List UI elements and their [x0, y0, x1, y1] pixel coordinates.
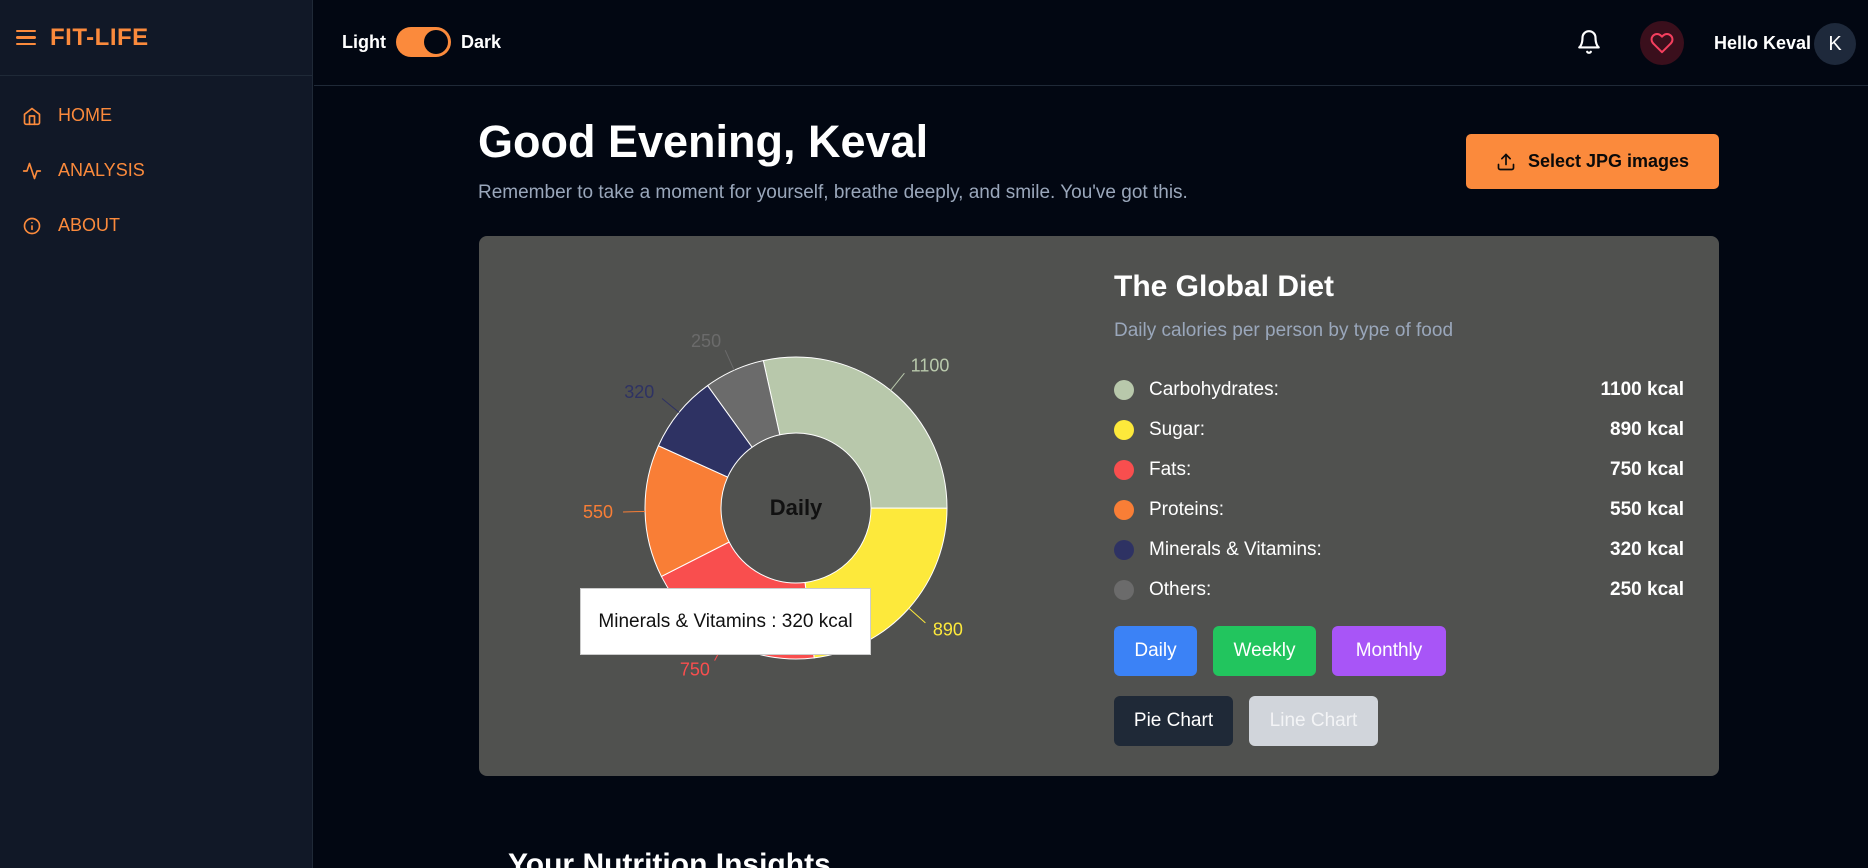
legend-item: Others: 250 kcal	[1114, 570, 1684, 610]
legend-item: Proteins: 550 kcal	[1114, 490, 1684, 530]
label-leader-line	[724, 349, 735, 371]
chart-subtitle: Daily calories per person by type of foo…	[1114, 320, 1454, 341]
brand-logo: FIT-LIFE	[50, 23, 149, 51]
legend-value: 750 kcal	[1610, 459, 1684, 480]
legend-value: 1100 kcal	[1600, 379, 1684, 400]
info-icon	[23, 217, 41, 234]
sidebar: FIT-LIFE HOME ANALYSIS ABOUT	[0, 0, 313, 868]
home-icon	[23, 107, 41, 125]
bell-icon[interactable]	[1576, 28, 1602, 56]
page-subtitle: Remember to take a moment for yourself, …	[478, 182, 1188, 203]
theme-toggle[interactable]	[395, 27, 451, 57]
select-jpg-button[interactable]: Select JPG images	[1466, 134, 1719, 189]
legend-item: Carbohydrates: 1100 kcal	[1114, 370, 1684, 410]
activity-icon	[22, 162, 42, 179]
data-label: 250	[691, 331, 721, 351]
label-leader-line	[908, 607, 926, 624]
chart-type-buttons: Pie Chart Line Chart	[1114, 696, 1394, 746]
pie-slice[interactable]	[762, 356, 948, 509]
topbar: Light Dark Hello Keval K	[314, 0, 1868, 86]
daily-button[interactable]: Daily	[1114, 626, 1197, 676]
sidebar-nav: HOME ANALYSIS ABOUT	[0, 76, 312, 253]
hamburger-menu-icon[interactable]	[16, 29, 36, 46]
legend-label: Fats:	[1149, 459, 1192, 480]
legend-value: 320 kcal	[1610, 539, 1684, 560]
pie-chart-button[interactable]: Pie Chart	[1114, 696, 1233, 746]
legend-value: 250 kcal	[1610, 579, 1684, 600]
legend-label: Others:	[1149, 579, 1212, 600]
data-label: 1100	[911, 355, 950, 375]
upload-icon	[1497, 153, 1515, 170]
sidebar-item-label: ANALYSIS	[58, 160, 145, 180]
light-label: Light	[342, 31, 386, 52]
favorites-button[interactable]	[1640, 21, 1684, 65]
legend-dot	[1114, 380, 1134, 400]
legend-dot	[1114, 580, 1134, 600]
legend-value: 890 kcal	[1610, 419, 1684, 440]
diet-card: 1100 890 750 550 320 250 Daily Minerals & Vit…	[479, 236, 1719, 776]
page-title: Good Evening, Keval	[478, 116, 929, 167]
legend-value: 550 kcal	[1610, 499, 1684, 520]
chart-center-label: Daily	[770, 495, 823, 520]
theme-switcher: Light Dark	[342, 27, 501, 57]
legend-item: Sugar: 890 kcal	[1114, 410, 1684, 450]
period-buttons: Daily Weekly Monthly	[1114, 626, 1462, 676]
chart-tooltip: Minerals & Vitamins : 320 kcal	[580, 588, 871, 655]
sidebar-item-label: ABOUT	[58, 215, 121, 235]
legend-label: Carbohydrates:	[1149, 379, 1279, 400]
dark-label: Dark	[460, 31, 502, 52]
legend-dot	[1114, 420, 1134, 440]
legend-dot	[1114, 500, 1134, 520]
select-jpg-label: Select JPG images	[1527, 151, 1690, 171]
sidebar-item-home[interactable]: HOME	[0, 88, 312, 143]
label-leader-line	[623, 510, 646, 513]
label-leader-line	[890, 372, 905, 391]
legend-item: Minerals & Vitamins: 320 kcal	[1114, 530, 1684, 570]
legend-dot	[1114, 540, 1134, 560]
monthly-button[interactable]: Monthly	[1332, 626, 1446, 676]
nutrition-insights-heading: Your Nutrition Insights	[508, 848, 831, 868]
data-label: 550	[583, 502, 613, 522]
sidebar-item-label: HOME	[58, 105, 112, 125]
heart-icon	[1650, 33, 1674, 54]
legend-label: Minerals & Vitamins:	[1149, 539, 1322, 560]
line-chart-button[interactable]: Line Chart	[1249, 696, 1378, 746]
legend-item: Fats: 750 kcal	[1114, 450, 1684, 490]
label-leader-line	[661, 398, 680, 413]
data-label: 890	[933, 619, 963, 639]
diet-info: The Global Diet Daily calories per perso…	[1114, 236, 1684, 776]
donut-chart: 1100 890 750 550 320 250 Daily	[583, 331, 963, 679]
legend-label: Sugar:	[1149, 419, 1205, 440]
chart-legend: Carbohydrates: 1100 kcal Sugar: 890 kcal Fat…	[1114, 370, 1684, 610]
avatar[interactable]: K	[1814, 23, 1856, 65]
chart-title: The Global Diet	[1114, 270, 1335, 303]
sidebar-item-analysis[interactable]: ANALYSIS	[0, 143, 312, 198]
user-greeting: Hello Keval	[1714, 33, 1812, 53]
data-label: 750	[680, 659, 710, 679]
weekly-button[interactable]: Weekly	[1213, 626, 1316, 676]
data-label: 320	[624, 382, 654, 402]
brand-row: FIT-LIFE	[0, 0, 312, 76]
legend-label: Proteins:	[1149, 499, 1224, 520]
legend-dot	[1114, 460, 1134, 480]
sidebar-item-about[interactable]: ABOUT	[0, 198, 312, 253]
toggle-knob	[423, 30, 448, 54]
